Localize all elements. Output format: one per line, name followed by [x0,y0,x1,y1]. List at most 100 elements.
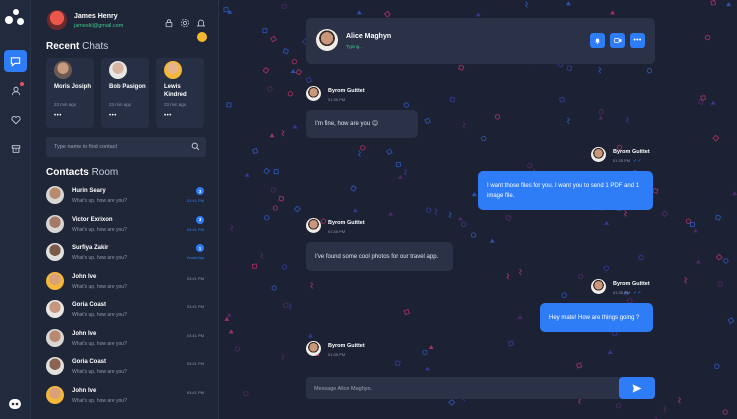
game-icon[interactable] [9,399,21,409]
recent-chat-time: 23 min ago [109,102,132,107]
pattern-shape [383,10,391,18]
nav-chats-button[interactable] [4,50,27,72]
send-button[interactable] [619,377,655,399]
pattern-shape [307,333,313,338]
list-item[interactable]: Victor Exrixon What's up, how are you? 3… [46,213,206,242]
avatar [54,61,72,79]
gear-icon[interactable] [180,15,190,28]
pattern-shape [461,221,467,228]
recent-chat-card[interactable]: Lewis Kindred 23 min ago ••• [156,58,204,128]
contact-search-input[interactable] [46,137,206,157]
more-icon[interactable]: ••• [54,113,62,119]
video-call-button[interactable] [610,33,625,48]
pattern-shape [243,390,249,397]
pattern-shape [578,274,584,280]
recent-chat-card[interactable]: Moris Josiph 23 min ago ••• [46,58,94,128]
bell-icon[interactable] [196,15,207,42]
pattern-shape [230,224,234,232]
avatar [164,61,182,79]
message-composer [306,377,655,400]
pattern-shape [700,95,706,101]
profile-avatar[interactable] [47,10,67,30]
more-icon: ••• [633,37,642,44]
pattern-shape [715,214,722,221]
search-icon[interactable] [191,142,200,151]
pattern-shape [527,163,533,169]
notification-button[interactable] [590,33,605,48]
recent-chat-card[interactable]: Bob Pasigon 23 min ago ••• [101,58,149,128]
pattern-shape [604,220,610,225]
chat-contact-name: Alice Maghyn [346,33,392,40]
app-logo[interactable] [5,9,25,25]
pattern-shape [714,363,720,369]
pattern-shape [270,35,277,43]
contact-message: What's up, how are you? [72,312,127,318]
pattern-shape [428,345,434,350]
pattern-shape [234,346,241,352]
nav-archive-button[interactable] [4,138,27,160]
profile-email: jameskl@gmail.com [74,23,124,29]
pattern-shape [561,292,567,298]
unread-badge: 1 [196,244,204,252]
list-item[interactable]: Goria Coast What's up, how are you? 03:4… [46,298,206,327]
pattern-shape [598,109,604,115]
message-input[interactable] [306,378,616,400]
message-time: 01:35 PM [328,97,346,102]
list-item[interactable]: Hurin Seary What's up, how are you? 3 03… [46,184,206,213]
recent-chat-name: Moris Josiph [54,84,92,90]
pattern-shape [598,115,604,120]
pattern-shape [638,254,644,261]
list-item[interactable]: John Ive What's up, how are you? 03:41 P… [46,327,206,356]
pattern-shape [252,147,259,155]
pattern-shape [507,340,514,347]
message-time: 01:35 PM [328,229,346,234]
pattern-shape [403,308,410,316]
pattern-shape [357,150,362,157]
pattern-shape [360,145,366,151]
sender-name: Byrom Guittet [328,343,365,349]
user-icon [11,86,20,96]
pattern-shape [426,207,432,213]
pattern-shape [281,353,285,361]
more-icon[interactable]: ••• [164,113,172,119]
pattern-shape [576,362,583,369]
pattern-shape [244,172,250,177]
contact-message: What's up, how are you? [72,397,127,404]
pattern-shape [677,396,682,404]
pattern-shape [434,208,438,215]
message-time: 01:35 PM ✓✓ [613,158,642,164]
contact-name: John Ive [72,387,97,394]
message-time: 01:35 PM ✓✓ [613,290,642,296]
sender-name: Byrom Guittet [328,88,365,94]
avatar [109,61,127,79]
more-options-button[interactable]: ••• [630,33,645,48]
pattern-shape [710,0,717,6]
list-item[interactable]: Surfiya Zakir What's up, how are you? 1 … [46,241,206,270]
pattern-shape [646,68,653,74]
pattern-shape [226,102,232,108]
pattern-shape [262,28,268,34]
pattern-shape [272,205,279,211]
list-item[interactable]: John Ive What's up, how are you? 03:41 P… [46,270,206,299]
pattern-shape [448,211,452,219]
list-item[interactable]: John Ive What's up, how are you? 03:41 P… [46,384,206,413]
contact-time: 03:41 PM [186,389,204,395]
avatar [46,385,64,404]
list-item[interactable]: Goria Coast What's up, how are you? 03:4… [46,355,206,384]
recent-chat-name: Lewis Kindred [164,84,187,98]
nav-favorites-button[interactable] [4,109,27,131]
avatar [46,271,64,290]
pattern-shape [278,195,285,202]
sender-name: Byrom Guittet [613,149,650,155]
pattern-shape [388,211,394,216]
pattern-shape [271,285,277,291]
more-icon[interactable]: ••• [109,113,117,119]
pattern-shape [598,66,602,74]
lock-icon[interactable] [164,15,174,28]
contact-name: John Ive [72,330,97,337]
nav-contacts-button[interactable] [4,80,27,102]
pattern-shape [684,277,688,284]
avatar [46,357,64,375]
pattern-shape [489,238,495,243]
avatar[interactable] [316,29,338,51]
